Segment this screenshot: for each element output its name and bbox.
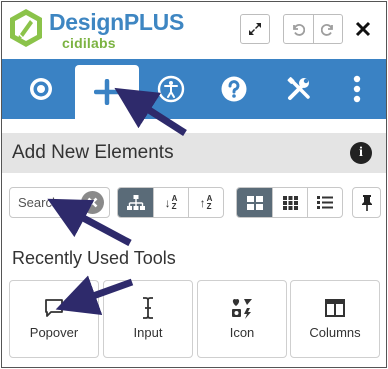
help-icon <box>221 76 247 102</box>
small-grid-icon <box>282 195 298 210</box>
plus-icon <box>94 79 120 105</box>
tab-target[interactable] <box>16 59 66 119</box>
undo-icon <box>293 24 306 36</box>
tool-tile-columns[interactable]: Columns <box>290 280 380 358</box>
small-grid-view-button[interactable] <box>272 188 307 217</box>
section-header: Add New Elements i <box>2 133 386 173</box>
close-icon <box>355 21 371 37</box>
redo-button[interactable] <box>312 15 343 43</box>
sort-ascending-icon: ↓ <box>164 195 171 210</box>
tab-tools[interactable] <box>274 59 324 119</box>
search-input[interactable] <box>10 188 82 217</box>
tool-label: Input <box>133 325 163 340</box>
accessibility-icon <box>157 75 185 103</box>
tool-tile-popover[interactable]: Popover <box>9 280 99 358</box>
list-view-button[interactable] <box>307 188 342 217</box>
tool-label: Popover <box>29 325 79 340</box>
designplus-panel: DesignPLUS cidilabs Add New Elements i S… <box>1 1 387 368</box>
undo-button[interactable] <box>284 15 313 43</box>
clear-search-button[interactable] <box>81 191 104 214</box>
sort-ascending-button[interactable]: ↓ AZ <box>153 188 188 217</box>
brand-subtitle: cidilabs <box>62 35 116 51</box>
undo-redo-group <box>283 14 343 44</box>
tool-label: Icon <box>229 325 255 340</box>
view-button-group <box>236 187 343 218</box>
sort-descending-icon: ↑ <box>199 195 206 210</box>
tab-add[interactable] <box>75 65 139 119</box>
columns-icon <box>325 297 345 319</box>
designplus-logo-icon <box>8 8 44 48</box>
brand-name: DesignPLUS <box>49 9 185 35</box>
icons-icon <box>231 297 253 319</box>
tab-help[interactable] <box>209 59 259 119</box>
panel-header: DesignPLUS cidilabs <box>2 2 386 56</box>
tools-icon <box>287 77 310 100</box>
tool-tile-input[interactable]: Input <box>103 280 193 358</box>
sort-button-group: ↓ AZ ↑ AZ <box>117 187 224 218</box>
large-grid-view-button[interactable] <box>237 188 272 217</box>
main-toolbar <box>2 59 386 119</box>
redo-icon <box>320 24 333 36</box>
expand-button[interactable] <box>240 14 270 44</box>
hierarchy-sort-button[interactable] <box>118 188 153 217</box>
close-button[interactable] <box>348 14 378 44</box>
search-box <box>9 187 110 218</box>
tool-label: Columns <box>309 325 361 340</box>
section-title: Add New Elements <box>12 142 174 163</box>
sort-descending-button[interactable]: ↑ AZ <box>188 188 223 217</box>
tool-tile-icon[interactable]: Icon <box>197 280 287 358</box>
text-cursor-icon <box>141 297 155 319</box>
more-vertical-icon <box>353 75 361 103</box>
expand-icon <box>249 23 261 35</box>
clear-icon <box>87 197 98 208</box>
target-icon <box>30 78 52 100</box>
more-options-button[interactable] <box>337 59 377 119</box>
large-grid-icon <box>246 195 263 210</box>
hierarchy-icon <box>126 194 145 210</box>
info-icon[interactable]: i <box>350 142 372 164</box>
pin-button[interactable] <box>352 187 381 218</box>
tab-accessibility[interactable] <box>146 59 196 119</box>
recent-tools-title: Recently Used Tools <box>12 248 176 268</box>
comment-icon <box>44 297 64 319</box>
pin-icon <box>361 194 372 211</box>
list-icon <box>317 196 333 209</box>
